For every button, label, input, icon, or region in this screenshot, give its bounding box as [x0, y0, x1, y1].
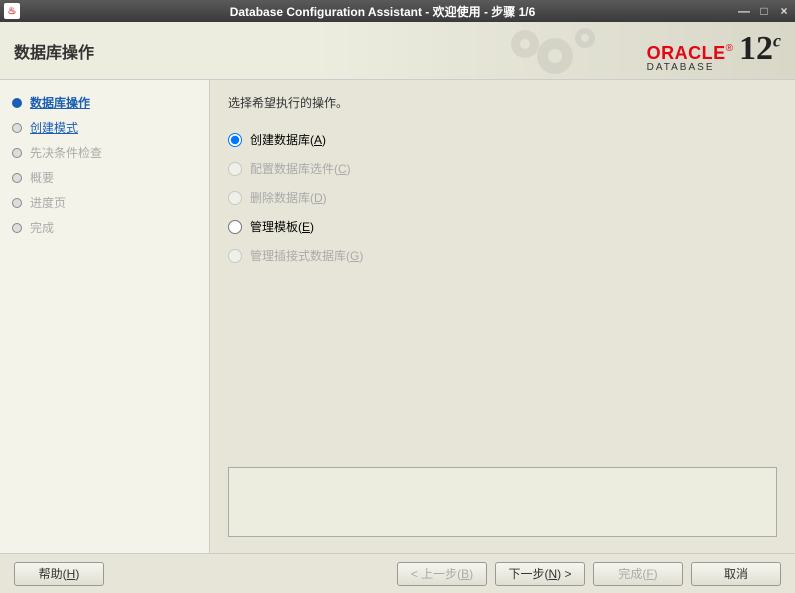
step-bullet-icon	[12, 123, 22, 133]
step-label: 进度页	[30, 194, 66, 211]
option-row-0[interactable]: 创建数据库(A)	[228, 125, 777, 154]
gears-graphic	[495, 24, 615, 81]
option-label-0: 创建数据库(A)	[250, 131, 326, 148]
instruction-text: 选择希望执行的操作。	[228, 94, 777, 111]
step-label: 创建模式	[30, 119, 78, 136]
oracle-wordmark: ORACLE	[647, 43, 726, 63]
help-button[interactable]: 帮助(H)	[14, 562, 104, 586]
sidebar-step-5: 完成	[0, 215, 209, 240]
close-icon[interactable]: ×	[777, 4, 791, 18]
option-row-1: 配置数据库选件(C)	[228, 154, 777, 183]
step-label: 数据库操作	[30, 94, 90, 111]
step-bullet-icon	[12, 98, 22, 108]
option-row-3[interactable]: 管理模板(E)	[228, 212, 777, 241]
sidebar-step-2: 先决条件检查	[0, 140, 209, 165]
app-window: ♨ Database Configuration Assistant - 欢迎使…	[0, 0, 795, 593]
option-label-1: 配置数据库选件(C)	[250, 160, 351, 177]
options-group: 创建数据库(A) 配置数据库选件(C) 删除数据库(D) 管理模板(E) 管理插接式数据…	[228, 125, 777, 270]
step-bullet-icon	[12, 223, 22, 233]
java-icon: ♨	[4, 3, 20, 19]
version-number: 12c	[739, 30, 781, 68]
finish-button: 完成(F)	[593, 562, 683, 586]
option-row-2: 删除数据库(D)	[228, 183, 777, 212]
step-bullet-icon	[12, 148, 22, 158]
window-controls: — □ ×	[737, 4, 791, 18]
header: 数据库操作 ORACLE® DATABASE 12c	[0, 22, 795, 80]
cancel-button[interactable]: 取消	[691, 562, 781, 586]
log-box	[228, 467, 777, 537]
footer: 帮助(H) < 上一步(B) 下一步(N) > 完成(F) 取消	[0, 553, 795, 593]
option-label-2: 删除数据库(D)	[250, 189, 327, 206]
next-button[interactable]: 下一步(N) >	[495, 562, 585, 586]
sidebar-step-4: 进度页	[0, 190, 209, 215]
step-label: 先决条件检查	[30, 144, 102, 161]
step-label: 完成	[30, 219, 54, 236]
step-label: 概要	[30, 169, 54, 186]
page-title: 数据库操作	[14, 39, 94, 63]
option-row-4: 管理插接式数据库(G)	[228, 241, 777, 270]
sidebar-step-3: 概要	[0, 165, 209, 190]
maximize-icon[interactable]: □	[757, 4, 771, 18]
option-label-3: 管理模板(E)	[250, 218, 314, 235]
option-radio-3[interactable]	[228, 220, 242, 234]
option-radio-1	[228, 162, 242, 176]
step-bullet-icon	[12, 173, 22, 183]
option-radio-4	[228, 249, 242, 263]
back-button: < 上一步(B)	[397, 562, 487, 586]
sidebar-step-0[interactable]: 数据库操作	[0, 90, 209, 115]
content: 选择希望执行的操作。 创建数据库(A) 配置数据库选件(C) 删除数据库(D) 管理模…	[210, 80, 795, 553]
window-title: Database Configuration Assistant - 欢迎使用 …	[28, 3, 737, 20]
sidebar: 数据库操作创建模式先决条件检查概要进度页完成	[0, 80, 210, 553]
titlebar: ♨ Database Configuration Assistant - 欢迎使…	[0, 0, 795, 22]
option-radio-2	[228, 191, 242, 205]
option-radio-0[interactable]	[228, 133, 242, 147]
body: 数据库操作创建模式先决条件检查概要进度页完成 选择希望执行的操作。 创建数据库(…	[0, 80, 795, 553]
oracle-sub: DATABASE	[647, 62, 733, 73]
option-label-4: 管理插接式数据库(G)	[250, 247, 363, 264]
oracle-logo: ORACLE® DATABASE 12c	[647, 30, 781, 73]
step-bullet-icon	[12, 198, 22, 208]
minimize-icon[interactable]: —	[737, 4, 751, 18]
sidebar-step-1[interactable]: 创建模式	[0, 115, 209, 140]
